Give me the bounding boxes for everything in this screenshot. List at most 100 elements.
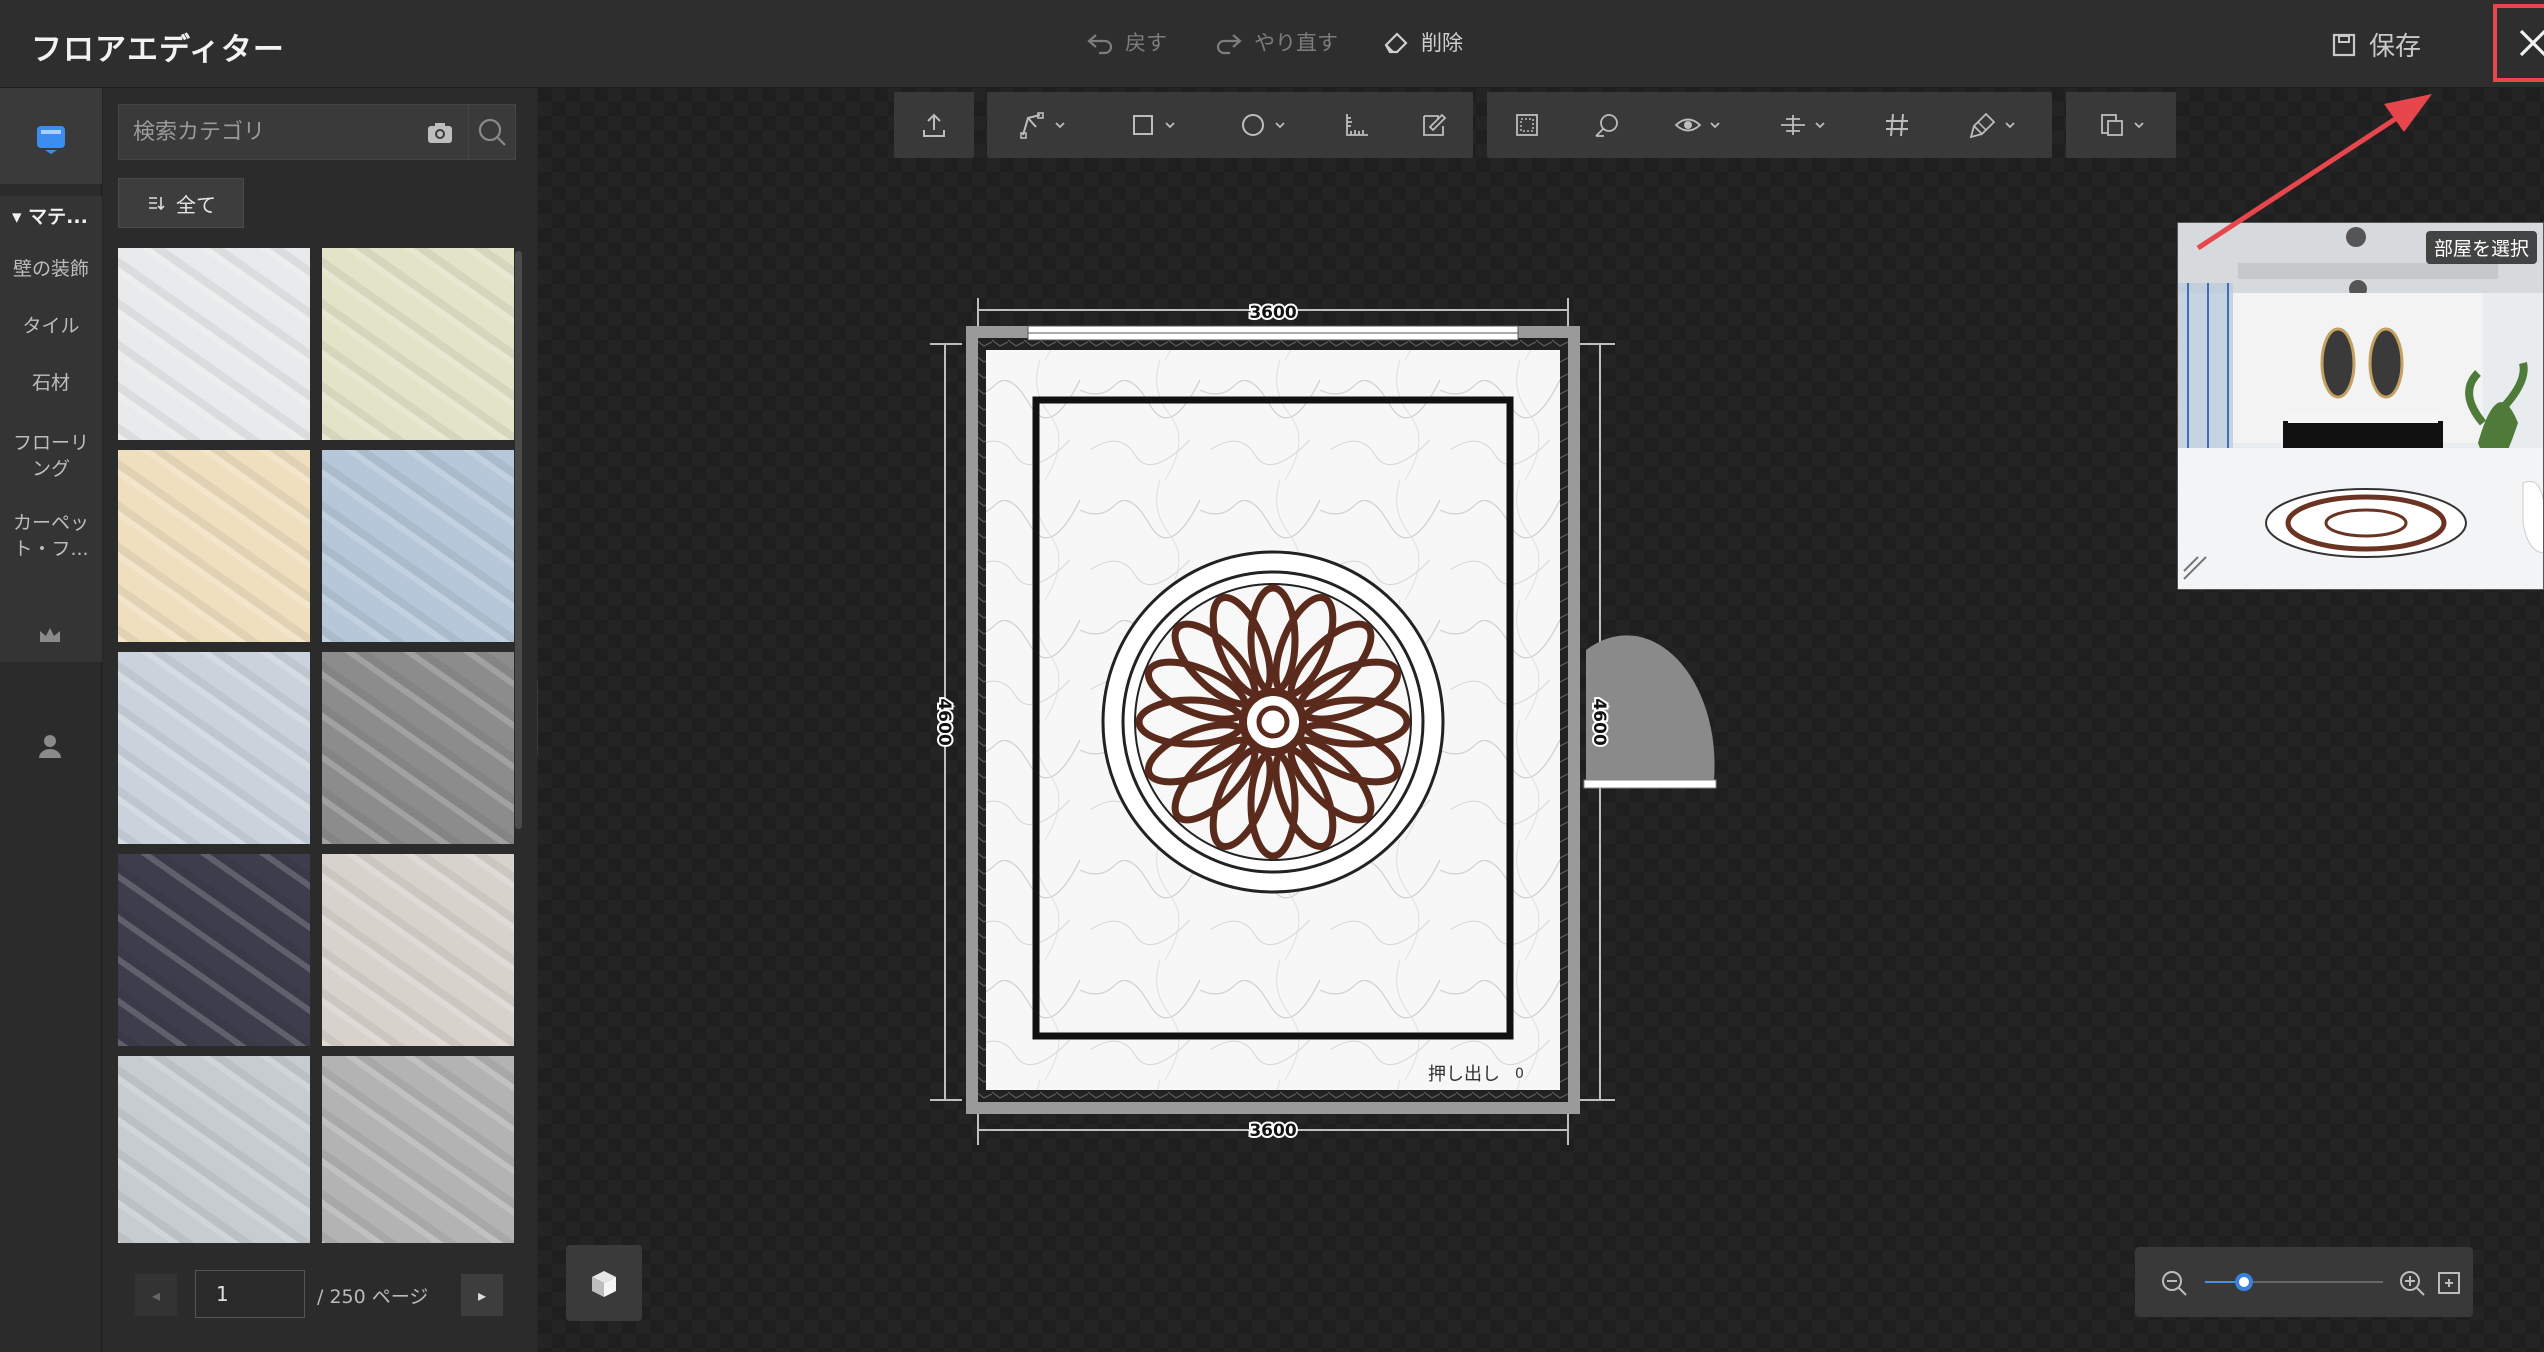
rail-item-stone[interactable]: 石材 xyxy=(0,370,102,396)
dim-bottom-label: 3600 xyxy=(1249,1121,1296,1141)
material-tile-blue-grey-marble[interactable] xyxy=(322,450,514,642)
camera-icon[interactable] xyxy=(425,118,455,148)
chevron-down-icon xyxy=(1815,122,1825,129)
material-tile-grey-stone[interactable] xyxy=(322,652,514,844)
app-title: フロアエディター xyxy=(31,32,285,68)
upload-button[interactable] xyxy=(894,92,974,158)
material-box-icon xyxy=(37,126,65,154)
material-tile-white-brown-granite[interactable] xyxy=(322,854,514,1046)
chevron-down-icon xyxy=(2134,122,2144,129)
redo-button[interactable]: やり直す xyxy=(1214,27,1338,57)
eraser-icon xyxy=(1384,32,1408,54)
user-icon[interactable] xyxy=(30,726,70,766)
circle-icon xyxy=(1242,114,1264,136)
search-input[interactable] xyxy=(133,105,383,159)
zoom-slider[interactable] xyxy=(2205,1273,2383,1291)
filter-all-button[interactable]: 全て xyxy=(118,178,244,228)
zoom-slider-thumb[interactable] xyxy=(2235,1273,2254,1291)
redo-label: やり直す xyxy=(1254,31,1338,55)
material-tile-grey-white-marble[interactable] xyxy=(118,1056,310,1243)
floor-plan[interactable]: 3600 3600 4600 4600 押し出し 0 xyxy=(920,285,1740,1155)
eye-icon xyxy=(1674,118,1702,132)
medallion[interactable] xyxy=(1101,550,1445,894)
rail-item-flooring[interactable]: フローリ ング xyxy=(0,430,102,482)
zoom-control xyxy=(2135,1247,2473,1317)
zoom-area-icon xyxy=(1595,114,1618,137)
fit-view-icon[interactable] xyxy=(2435,1269,2463,1297)
material-tile-light-grey-stone[interactable] xyxy=(322,1056,514,1243)
3d-view-button[interactable] xyxy=(566,1245,642,1321)
zoom-in-icon[interactable] xyxy=(2397,1268,2427,1298)
chevron-down-icon xyxy=(1165,122,1175,129)
category-rail: ▾ マテ... 壁の装飾 タイル 石材 フローリ ング カーペッ ト・フ... xyxy=(0,88,102,1352)
select-area-icon xyxy=(1516,114,1538,136)
delete-button[interactable]: 削除 xyxy=(1381,27,1463,57)
upload-icon xyxy=(923,113,945,137)
category-title[interactable]: ▾ マテ... xyxy=(12,202,88,229)
search-area-button[interactable] xyxy=(1567,92,1647,158)
page-number-input[interactable] xyxy=(195,1270,305,1318)
dim-right-label: 4600 xyxy=(1589,698,1609,745)
search-button[interactable] xyxy=(468,104,516,160)
material-tab[interactable] xyxy=(0,88,102,184)
grid-button[interactable] xyxy=(1857,92,1937,158)
grid-hash-icon xyxy=(1886,113,1908,137)
zoom-out-icon[interactable] xyxy=(2159,1268,2189,1298)
material-tile-cream-marble-tile[interactable] xyxy=(322,248,514,440)
select-room-label[interactable]: 部屋を選択 xyxy=(2425,231,2537,264)
pen-path-icon xyxy=(1020,112,1044,139)
rail-item-wall-decor[interactable]: 壁の装飾 xyxy=(0,256,102,282)
copy-layer-icon xyxy=(2101,114,2123,136)
rail-item-carpet[interactable]: カーペッ ト・フ... xyxy=(0,510,102,562)
prev-page-button[interactable]: ◂ xyxy=(135,1274,177,1316)
layer-button[interactable] xyxy=(2066,92,2176,158)
chevron-down-icon xyxy=(2005,122,2015,129)
select-area-button[interactable] xyxy=(1487,92,1567,158)
ruler-icon xyxy=(1346,114,1368,136)
toolbar-group-view xyxy=(1487,92,2052,158)
circle-tool-button[interactable] xyxy=(1207,92,1317,158)
search-icon xyxy=(478,118,506,146)
material-panel: 全て xyxy=(103,88,537,1352)
next-page-button[interactable]: ▸ xyxy=(461,1274,503,1316)
paint-brush-icon xyxy=(1969,112,1996,139)
3d-preview[interactable]: 部屋を選択 xyxy=(2177,222,2544,590)
pagination: ◂ / 250 ページ ▸ xyxy=(103,1270,537,1330)
visibility-button[interactable] xyxy=(1647,92,1747,158)
paint-button[interactable] xyxy=(1937,92,2047,158)
material-grid xyxy=(118,248,518,1243)
rail-item-tile[interactable]: タイル xyxy=(0,313,102,339)
chevron-down-icon xyxy=(1275,122,1285,129)
measure-tool-button[interactable] xyxy=(1317,92,1395,158)
undo-icon xyxy=(1087,34,1113,55)
align-icon xyxy=(1781,115,1805,135)
close-button[interactable] xyxy=(2493,4,2544,82)
align-button[interactable] xyxy=(1747,92,1857,158)
crown-icon[interactable] xyxy=(30,616,70,656)
sort-icon xyxy=(149,197,165,211)
search-box xyxy=(118,104,476,160)
material-tile-light-blue-marble[interactable] xyxy=(118,652,310,844)
floor-editor-window: フロアエディター 戻す やり直す 削除 保存 ▾ マテ... 壁の装飾 タイル … xyxy=(0,0,2544,1352)
undo-label: 戻す xyxy=(1125,31,1167,55)
extrude-value[interactable]: 0 xyxy=(1515,1066,1524,1082)
edit-tool-button[interactable] xyxy=(1395,92,1473,158)
undo-button[interactable]: 戻す xyxy=(1085,27,1167,57)
toolbar-group-draw xyxy=(987,92,1473,158)
dim-left-label: 4600 xyxy=(934,698,954,745)
material-tile-beige-tile[interactable] xyxy=(118,450,310,642)
toolbar-group-layer xyxy=(2066,92,2176,158)
material-tile-dark-purple-marble[interactable] xyxy=(118,854,310,1046)
material-tile-white-marble[interactable] xyxy=(118,248,310,440)
rectangle-tool-button[interactable] xyxy=(1097,92,1207,158)
panel-scrollbar[interactable] xyxy=(515,251,522,829)
filter-all-label: 全て xyxy=(176,192,216,217)
edit-icon xyxy=(1423,113,1447,136)
close-icon xyxy=(2519,29,2544,57)
title-bar: フロアエディター 戻す やり直す 削除 保存 xyxy=(0,0,2544,88)
rectangle-icon xyxy=(1133,115,1153,135)
delete-label: 削除 xyxy=(1421,31,1463,55)
save-button[interactable]: 保存 xyxy=(2329,26,2421,63)
chevron-down-icon xyxy=(1055,122,1065,129)
draw-path-button[interactable] xyxy=(987,92,1097,158)
